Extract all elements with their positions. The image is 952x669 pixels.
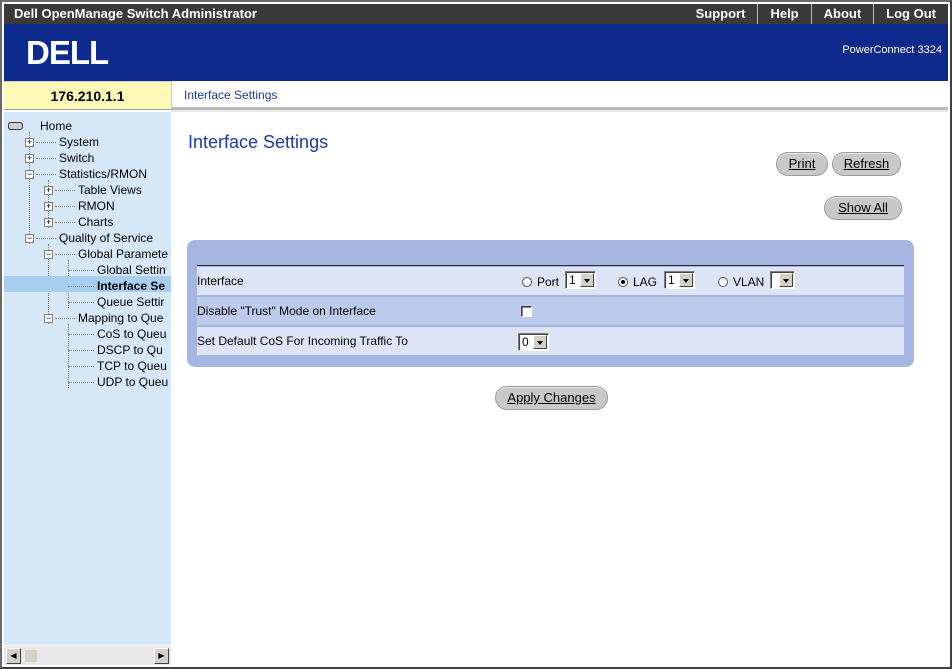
refresh-button[interactable]: Refresh bbox=[832, 152, 901, 176]
sidebar-item-mapping[interactable]: − Mapping to Que bbox=[4, 310, 171, 326]
sidebar-item-rmon[interactable]: + RMON bbox=[4, 198, 171, 214]
dropdown-arrow-icon bbox=[679, 273, 693, 287]
interface-row: Interface Port 1 LAG 1 VLAN bbox=[197, 267, 904, 295]
sidebar-item-queue-settings[interactable]: Queue Settir bbox=[4, 294, 171, 310]
sidebar-item-switch[interactable]: + Switch bbox=[4, 150, 171, 166]
home-icon bbox=[8, 122, 23, 130]
sidebar-item-cos-to-queue[interactable]: CoS to Queu bbox=[4, 326, 171, 342]
lag-label: LAG bbox=[633, 275, 658, 289]
sidebar-item-label: Home bbox=[40, 119, 73, 133]
title-bar: Dell OpenManage Switch Administrator Sup… bbox=[4, 4, 948, 24]
collapse-icon[interactable]: − bbox=[44, 314, 53, 323]
scroll-left-icon[interactable]: ◀ bbox=[6, 648, 21, 664]
port-label: Port bbox=[537, 275, 560, 289]
sidebar-item-label: Mapping to Que bbox=[78, 311, 164, 325]
sidebar-item-udp-to-queue[interactable]: UDP to Queu bbox=[4, 374, 171, 390]
lag-radio[interactable] bbox=[618, 277, 628, 287]
sidebar-item-label: Statistics/RMON bbox=[59, 167, 148, 181]
sidebar-item-global-settings[interactable]: Global Settin bbox=[4, 262, 171, 278]
dropdown-arrow-icon bbox=[533, 335, 547, 349]
model-name: PowerConnect 3324 bbox=[842, 44, 942, 56]
help-link[interactable]: Help bbox=[757, 4, 810, 24]
sidebar-item-label: Global Settin bbox=[97, 263, 166, 277]
sidebar-item-label: CoS to Queu bbox=[97, 327, 167, 341]
cos-select[interactable]: 0 bbox=[518, 333, 549, 351]
interface-label: Interface bbox=[197, 274, 244, 288]
show-all-button[interactable]: Show All bbox=[824, 196, 902, 220]
apply-changes-button[interactable]: Apply Changes bbox=[495, 386, 608, 410]
sidebar-item-tcp-to-queue[interactable]: TCP to Queu bbox=[4, 358, 171, 374]
logout-link[interactable]: Log Out bbox=[873, 4, 948, 24]
trust-checkbox[interactable] bbox=[521, 306, 532, 317]
sidebar-item-system[interactable]: + System bbox=[4, 134, 171, 150]
vlan-label: VLAN bbox=[733, 275, 765, 289]
svg-text:DELL: DELL bbox=[26, 36, 109, 70]
sidebar-item-qos[interactable]: − Quality of Service bbox=[4, 230, 171, 246]
port-radio[interactable] bbox=[522, 277, 532, 287]
page-title: Interface Settings bbox=[188, 132, 329, 152]
sidebar-item-label: Table Views bbox=[78, 183, 142, 197]
scroll-right-icon[interactable]: ▶ bbox=[154, 648, 169, 664]
collapse-icon[interactable]: − bbox=[25, 170, 34, 179]
dell-logo: DELL bbox=[26, 36, 110, 70]
trust-label: Disable "Trust" Mode on Interface bbox=[197, 304, 376, 318]
sidebar-item-label: Global Paramete bbox=[78, 247, 169, 261]
breadcrumb: Interface Settings bbox=[171, 81, 948, 110]
expand-icon[interactable]: + bbox=[44, 218, 53, 227]
sidebar-item-home[interactable]: Home bbox=[4, 118, 171, 134]
top-links: Support Help About Log Out bbox=[684, 4, 948, 24]
vlan-radio[interactable] bbox=[718, 277, 728, 287]
support-link[interactable]: Support bbox=[684, 4, 758, 24]
sidebar-item-label: RMON bbox=[78, 199, 115, 213]
sidebar-item-table-views[interactable]: + Table Views bbox=[4, 182, 171, 198]
dropdown-arrow-icon bbox=[580, 273, 594, 287]
collapse-icon[interactable]: − bbox=[25, 234, 34, 243]
sidebar-item-statistics[interactable]: − Statistics/RMON bbox=[4, 166, 171, 182]
sidebar-item-charts[interactable]: + Charts bbox=[4, 214, 171, 230]
dropdown-arrow-icon bbox=[779, 273, 793, 287]
sidebar-item-global-parameters[interactable]: − Global Paramete bbox=[4, 246, 171, 262]
expand-icon[interactable]: + bbox=[44, 202, 53, 211]
print-button[interactable]: Print bbox=[776, 152, 828, 176]
vlan-select[interactable] bbox=[770, 271, 795, 289]
sidebar-item-interface-settings[interactable]: Interface Se bbox=[4, 278, 171, 294]
expand-icon[interactable]: + bbox=[25, 154, 34, 163]
expand-icon[interactable]: + bbox=[44, 186, 53, 195]
sidebar-item-label: Charts bbox=[78, 215, 114, 229]
cos-label: Set Default CoS For Incoming Traffic To bbox=[197, 334, 408, 348]
brand-banner: DELL PowerConnect 3324 bbox=[4, 24, 948, 81]
cos-row: Set Default CoS For Incoming Traffic To … bbox=[197, 327, 904, 355]
main-content: Interface Settings Print Refresh Show Al… bbox=[171, 112, 948, 665]
sidebar-item-dscp-to-queue[interactable]: DSCP to Qu bbox=[4, 342, 171, 358]
trust-row: Disable "Trust" Mode on Interface bbox=[197, 297, 904, 325]
about-link[interactable]: About bbox=[810, 4, 874, 24]
sidebar-item-label: TCP to Queu bbox=[97, 359, 167, 373]
sidebar: Home + System + Switch − Statistics/RMON… bbox=[4, 112, 171, 645]
collapse-icon[interactable]: − bbox=[44, 250, 53, 259]
sidebar-item-label: UDP to Queu bbox=[97, 375, 169, 389]
lag-select[interactable]: 1 bbox=[664, 271, 695, 289]
sidebar-item-label: Queue Settir bbox=[97, 295, 165, 309]
port-select[interactable]: 1 bbox=[565, 271, 596, 289]
scroll-thumb[interactable] bbox=[25, 650, 37, 662]
settings-panel: Interface Port 1 LAG 1 VLAN Disable "Tru… bbox=[187, 240, 914, 367]
app-title: Dell OpenManage Switch Administrator bbox=[14, 6, 257, 21]
sidebar-item-label: DSCP to Qu bbox=[97, 343, 163, 357]
device-address: 176.210.1.1 bbox=[4, 81, 171, 110]
sidebar-item-label: Quality of Service bbox=[59, 231, 154, 245]
sidebar-scrollbar[interactable]: ◀ ▶ bbox=[4, 645, 171, 665]
divider bbox=[197, 265, 904, 266]
sidebar-item-label: Switch bbox=[59, 151, 95, 165]
sidebar-item-label: Interface Se bbox=[97, 279, 166, 293]
expand-icon[interactable]: + bbox=[25, 138, 34, 147]
sidebar-item-label: System bbox=[59, 135, 100, 149]
